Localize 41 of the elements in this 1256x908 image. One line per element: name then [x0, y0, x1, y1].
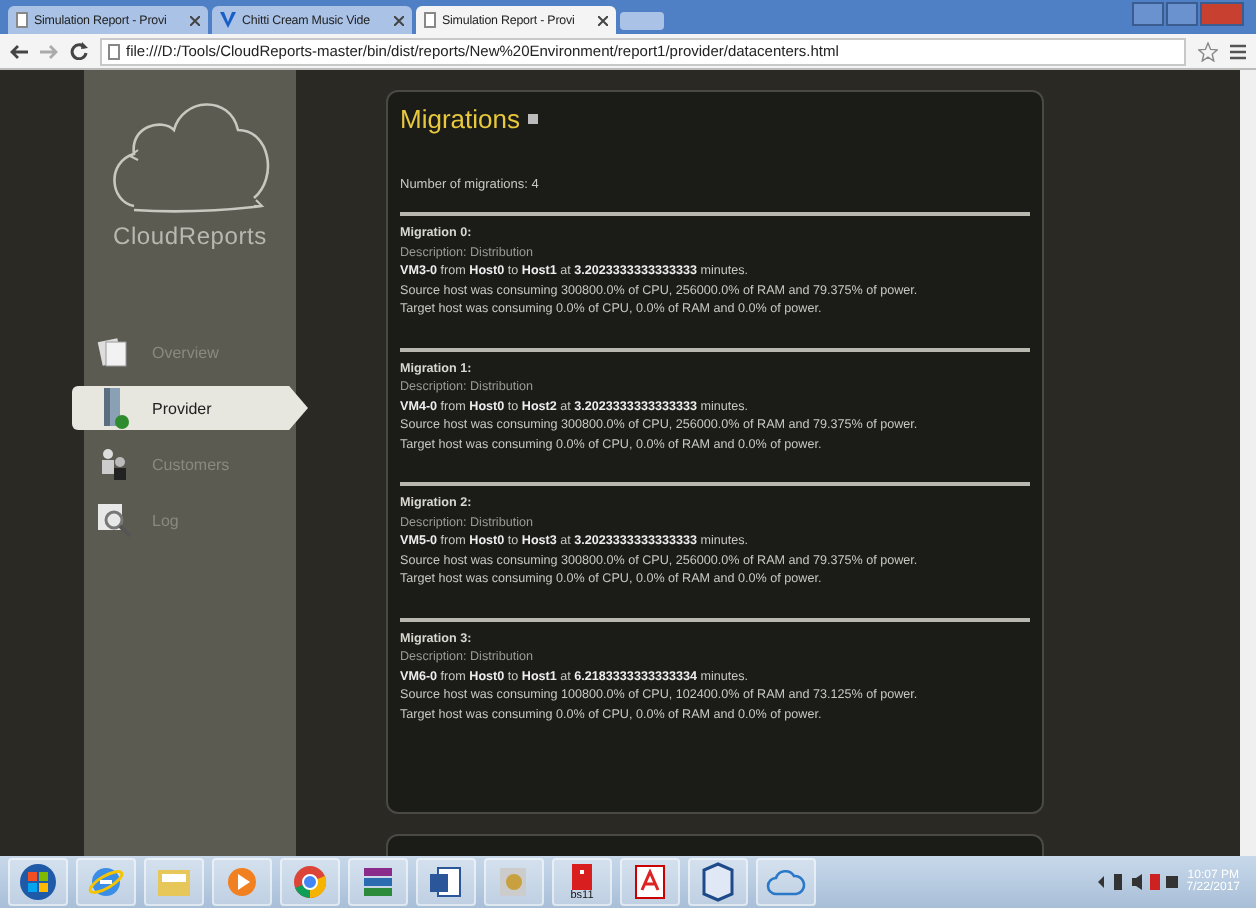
taskbar-app[interactable] [756, 858, 816, 906]
taskbar-app[interactable] [8, 858, 68, 906]
documents-icon [96, 334, 132, 370]
page-icon [16, 12, 28, 28]
forward-icon[interactable] [40, 43, 58, 59]
logo-text: CloudReports [113, 222, 267, 250]
close-icon [394, 15, 404, 25]
folder-icon [156, 866, 192, 898]
toggle-icon[interactable] [527, 114, 538, 124]
maximize-button[interactable] [1166, 2, 1198, 26]
people-icon [96, 446, 132, 482]
panel-title: Migrations [400, 104, 520, 134]
cube-icon [702, 862, 734, 902]
back-icon[interactable] [10, 43, 28, 59]
minimize-button[interactable] [1132, 2, 1164, 26]
taskbar-app[interactable] [688, 858, 748, 906]
magnifier-icon [96, 502, 132, 538]
v-logo-icon [220, 12, 236, 28]
pdf-icon [634, 864, 666, 900]
taskbar-app[interactable] [416, 858, 476, 906]
start-orb-icon [18, 862, 58, 902]
star-icon[interactable] [1198, 41, 1218, 61]
book-icon [570, 863, 594, 889]
scrollbar[interactable] [1240, 70, 1256, 856]
taskbar-app[interactable] [280, 858, 340, 906]
books-icon [360, 864, 396, 900]
globe-e-icon [88, 864, 124, 900]
close-icon [598, 15, 608, 25]
menu-icon[interactable] [1230, 43, 1246, 59]
nav-item[interactable]: Provider [72, 386, 308, 430]
cloud-icon [766, 868, 806, 896]
chrome-icon [292, 864, 328, 900]
taskbar-app[interactable] [348, 858, 408, 906]
page-icon [108, 43, 120, 59]
close-icon [190, 15, 200, 25]
taskbar-app[interactable] [620, 858, 680, 906]
page-icon [424, 12, 436, 28]
reload-icon[interactable] [70, 42, 88, 60]
document-icon [428, 864, 464, 900]
tray-icons[interactable] [1098, 872, 1179, 892]
play-icon [224, 864, 260, 900]
